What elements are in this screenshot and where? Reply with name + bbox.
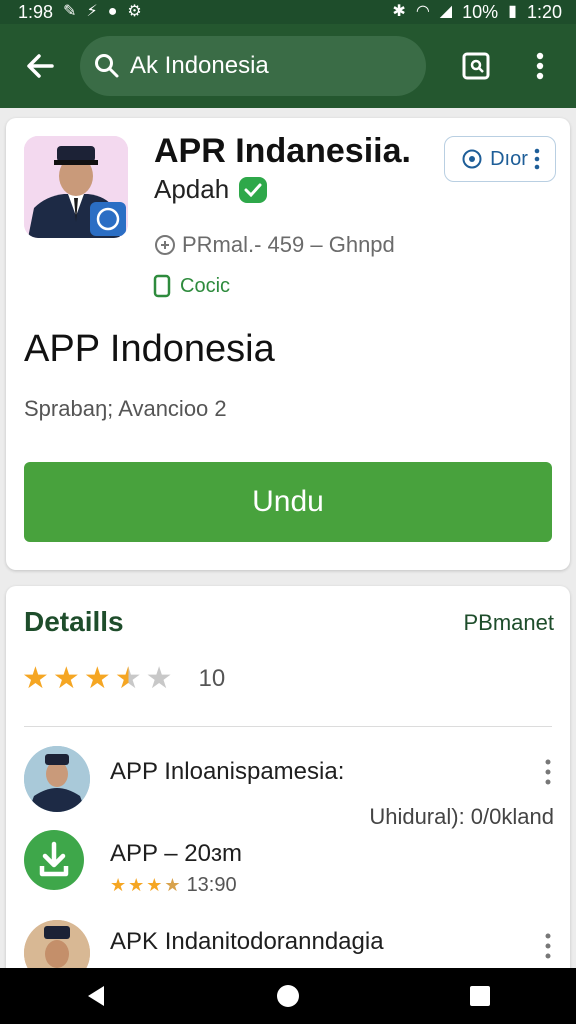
app-meta: PRmal.- 459 – Ghnpd xyxy=(154,232,395,258)
details-title: Detaills xyxy=(24,606,124,637)
star-icon: ★ xyxy=(52,662,80,695)
battery-percent: 10% xyxy=(462,1,499,22)
options-chip-button[interactable]: Dıor xyxy=(444,136,556,182)
device-icon xyxy=(153,274,171,298)
app-meta-text: PRmal.- 459 – Ghnpd xyxy=(182,232,395,257)
list-item-subtitle: Uhidural): 0/0kland xyxy=(369,804,554,829)
category-row: Cocic xyxy=(152,274,230,298)
details-card: Detaills PBmanet ★ ★ ★ ★ ★ 10 APP Inloan… xyxy=(6,586,570,986)
settings-icon: ⚙ xyxy=(127,3,142,20)
app-icon[interactable] xyxy=(24,136,128,238)
search-icon xyxy=(95,54,119,78)
publisher-name[interactable]: Apdah xyxy=(154,174,229,205)
list-item-title: APP Inloanispamesia: xyxy=(110,758,345,785)
notification-icon: ⚡ xyxy=(86,3,98,20)
more-vert-icon xyxy=(536,52,544,80)
share-circle-icon xyxy=(155,235,175,255)
square-recents-icon xyxy=(470,986,490,1006)
system-nav-bar xyxy=(0,968,576,1024)
avatar xyxy=(24,746,90,812)
rating-row: ★ ★ ★ ★ ★ 10 xyxy=(22,664,225,694)
app-bar xyxy=(0,24,576,108)
arrow-back-icon xyxy=(27,54,54,78)
star-icon: ★ xyxy=(83,662,111,695)
more-vert-icon xyxy=(545,759,551,785)
install-button[interactable]: Undu xyxy=(24,462,552,542)
gear-icon xyxy=(462,149,482,169)
list-item-title: APP – 20ɜm xyxy=(110,840,242,867)
app-name: APP Indonesia xyxy=(24,328,275,370)
details-link[interactable]: PBmanet xyxy=(464,610,555,636)
list-item[interactable]: APP Inloanispamesia: Uhidural): 0/0kland xyxy=(24,746,558,834)
item-rating-text: 13:90 xyxy=(186,874,237,896)
item-menu-button[interactable] xyxy=(538,928,558,964)
overflow-menu-button[interactable] xyxy=(522,48,558,84)
divider xyxy=(24,726,552,727)
circle-home-icon xyxy=(277,985,299,1007)
star-icon: ★ xyxy=(146,875,163,895)
publisher-row: Apdah xyxy=(154,174,268,205)
app-subtitle: Sprabaŋ; Avancioo 2 xyxy=(24,396,227,421)
back-button[interactable] xyxy=(18,44,62,88)
download-icon xyxy=(24,830,84,890)
battery-icon: ▮ xyxy=(508,3,517,20)
app-title: APR Indanesiia. xyxy=(154,132,411,170)
signal-icon: ◢ xyxy=(439,3,453,20)
star-icon: ★ xyxy=(110,875,127,895)
more-vert-icon xyxy=(545,933,551,959)
list-item-title: APK Indanitodoranndagia xyxy=(110,928,384,955)
item-menu-button[interactable] xyxy=(538,754,558,790)
nav-back-button[interactable] xyxy=(68,968,124,1024)
search-bar[interactable] xyxy=(80,36,426,96)
verified-icon xyxy=(239,176,268,203)
chip-label: Dıor xyxy=(490,147,528,170)
list-item[interactable]: APP – 20ɜm ★ ★ ★ ★ 13:90 xyxy=(24,830,558,906)
star-half-icon: ★ xyxy=(164,875,181,895)
dot-icon: ● xyxy=(107,3,118,20)
nav-home-button[interactable] xyxy=(260,968,316,1024)
pen-icon: ✎ xyxy=(63,3,77,20)
app-header-card: APR Indanesiia. Apdah PRmal.- 459 – Ghnp… xyxy=(6,118,570,570)
more-vert-icon xyxy=(534,148,540,170)
bluetooth-icon: ✱ xyxy=(392,3,406,20)
wifi-icon: ◠ xyxy=(415,3,430,20)
search-input[interactable] xyxy=(130,52,380,80)
category-label: Cocic xyxy=(180,274,231,297)
status-bar: 1:98 ✎ ⚡ ● ⚙ ✱ ◠ ◢ 10% ▮ 1:20 xyxy=(0,0,576,24)
triangle-back-icon xyxy=(88,986,104,1006)
search-in-page-button[interactable] xyxy=(458,48,494,84)
nav-recents-button[interactable] xyxy=(452,968,508,1024)
star-empty-icon: ★ xyxy=(145,662,173,695)
find-in-page-icon xyxy=(462,52,490,80)
status-time-left: 1:98 xyxy=(18,1,54,22)
status-time-right: 1:20 xyxy=(526,1,562,22)
star-half-icon: ★ xyxy=(114,662,142,695)
star-icon: ★ xyxy=(128,875,145,895)
rating-count: 10 xyxy=(198,665,226,692)
item-rating: ★ ★ ★ ★ 13:90 xyxy=(110,874,237,897)
star-icon: ★ xyxy=(22,662,49,695)
